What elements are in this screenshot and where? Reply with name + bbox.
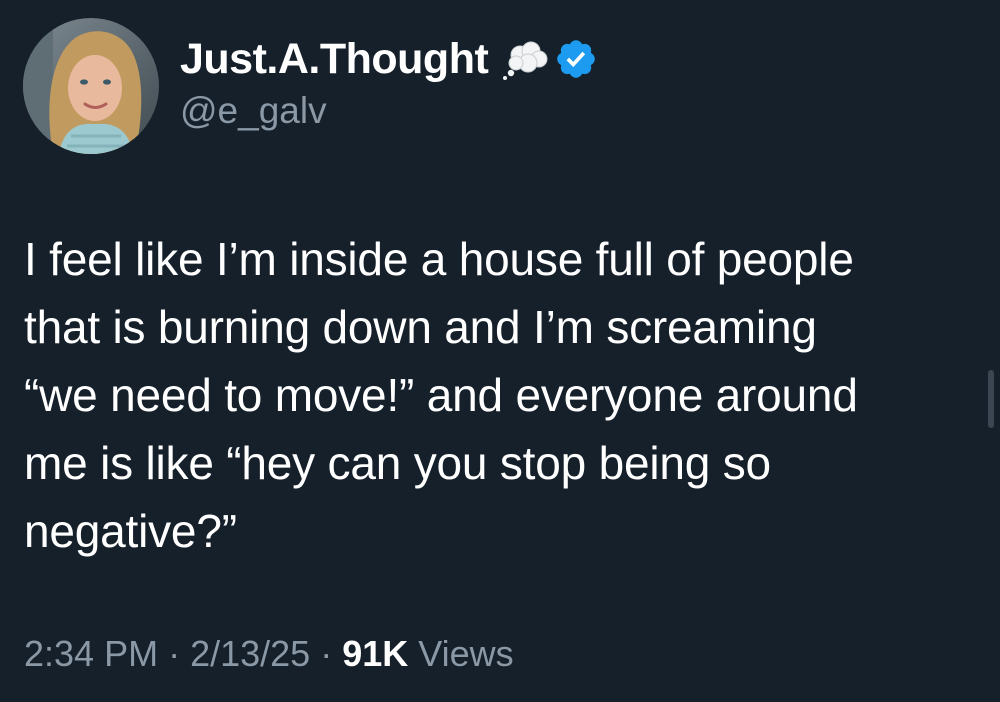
tweet-text-line: me is like “hey can you stop being so bbox=[24, 437, 771, 489]
author-handle[interactable]: @e_galv bbox=[180, 92, 327, 129]
tweet-text-line: that is burning down and I’m screaming bbox=[24, 301, 817, 353]
views-count: 91K bbox=[342, 633, 409, 674]
author-name-row: Just.A.Thought bbox=[180, 30, 598, 88]
thought-balloon-icon bbox=[500, 37, 550, 81]
tweet-text-line: I feel like I’m inside a house full of p… bbox=[24, 233, 854, 285]
tweet-text-line: negative?” bbox=[24, 505, 237, 557]
views-label: Views bbox=[408, 633, 514, 674]
tweet-text-line: “we need to move!” and everyone around bbox=[24, 369, 858, 421]
meta-separator: · bbox=[310, 633, 343, 674]
tweet-card: Just.A.Thought @e_galv I feel like I’m i… bbox=[0, 0, 1000, 702]
avatar-image bbox=[23, 18, 159, 154]
author-display-name[interactable]: Just.A.Thought bbox=[180, 37, 489, 81]
verified-badge-icon[interactable] bbox=[554, 37, 598, 81]
avatar[interactable] bbox=[23, 18, 159, 154]
tweet-meta: 2:34 PM · 2/13/25 · 91K Views bbox=[24, 636, 514, 672]
tweet-date[interactable]: 2/13/25 bbox=[190, 633, 310, 674]
scrollbar[interactable] bbox=[988, 370, 994, 428]
tweet-time[interactable]: 2:34 PM bbox=[24, 633, 158, 674]
tweet-text: I feel like I’m inside a house full of p… bbox=[24, 225, 974, 565]
meta-separator: · bbox=[158, 633, 191, 674]
